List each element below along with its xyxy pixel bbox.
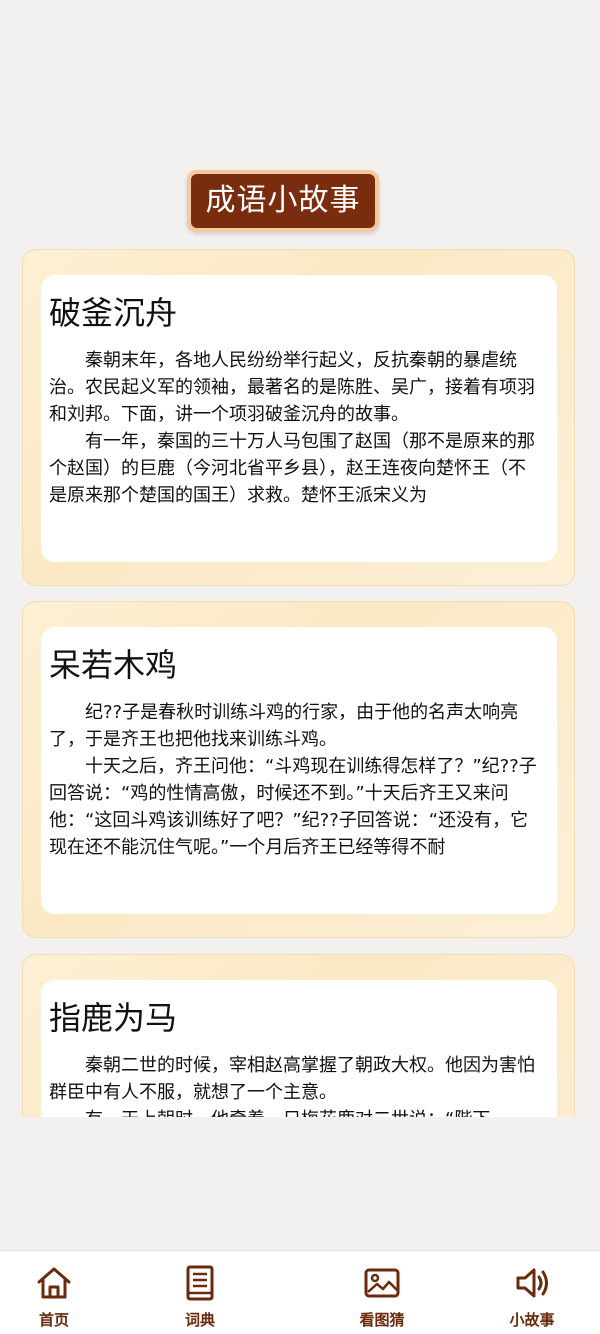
story-title: 指鹿为马	[49, 999, 178, 1037]
story-paragraph: 秦朝末年，各地人民纷纷举行起义，反抗秦朝的暴虐统治。农民起义军的领袖，最著名的是…	[49, 350, 535, 425]
nav-label-stories: 小故事	[509, 1311, 555, 1329]
story-card-content: 呆若木鸡 纪??子是春秋时训练斗鸡的行家，由于他的名声太响亮了，于是齐王也把他找…	[41, 627, 557, 914]
story-title: 呆若木鸡	[49, 646, 178, 684]
nav-label-home: 首页	[38, 1311, 69, 1329]
story-paragraph: 十天之后，齐王问他：“斗鸡现在训练得怎样了？”纪??子回答说：“鸡的性情高傲，时…	[49, 756, 537, 858]
story-title: 破釜沉舟	[49, 294, 178, 332]
nav-item-dictionary[interactable]: 词典	[155, 1263, 245, 1333]
story-paragraph: 有一天上朝时，他牵着一只梅花鹿对二世说：“陛下	[49, 1106, 543, 1117]
bottom-nav: 首页 词典 看图猜 小故事	[0, 1250, 600, 1334]
story-card[interactable]: 破釜沉舟 秦朝末年，各地人民纷纷举行起义，反抗秦朝的暴虐统治。农民起义军的领袖，…	[22, 249, 575, 586]
story-excerpt: 秦朝二世的时候，宰相赵高掌握了朝政大权。他因为害怕群臣中有人不服，就想了一个主意…	[49, 1052, 543, 1117]
nav-item-picture-guess[interactable]: 看图猜	[337, 1263, 427, 1333]
story-excerpt: 秦朝末年，各地人民纷纷举行起义，反抗秦朝的暴虐统治。农民起义军的领袖，最著名的是…	[49, 347, 543, 509]
story-excerpt: 纪??子是春秋时训练斗鸡的行家，由于他的名声太响亮了，于是齐王也把他找来训练斗鸡…	[49, 699, 543, 861]
story-paragraph: 纪??子是春秋时训练斗鸡的行家，由于他的名声太响亮了，于是齐王也把他找来训练斗鸡…	[49, 702, 519, 750]
story-card[interactable]: 指鹿为马 秦朝二世的时候，宰相赵高掌握了朝政大权。他因为害怕群臣中有人不服，就想…	[22, 954, 575, 1117]
page-title: 成语小故事	[205, 183, 361, 218]
story-list[interactable]: 破釜沉舟 秦朝末年，各地人民纷纷举行起义，反抗秦朝的暴虐统治。农民起义军的领袖，…	[0, 245, 600, 1117]
story-card-content: 破釜沉舟 秦朝末年，各地人民纷纷举行起义，反抗秦朝的暴虐统治。农民起义军的领袖，…	[41, 275, 557, 562]
page-title-badge: 成语小故事	[187, 170, 379, 232]
story-paragraph: 秦朝二世的时候，宰相赵高掌握了朝政大权。他因为害怕群臣中有人不服，就想了一个主意…	[49, 1055, 535, 1103]
nav-label-dictionary: 词典	[184, 1311, 215, 1329]
speaker-icon	[516, 1268, 548, 1298]
image-icon	[364, 1268, 400, 1298]
nav-item-home[interactable]: 首页	[9, 1263, 99, 1333]
book-icon	[186, 1265, 214, 1301]
story-card[interactable]: 呆若木鸡 纪??子是春秋时训练斗鸡的行家，由于他的名声太响亮了，于是齐王也把他找…	[22, 601, 575, 938]
nav-item-stories[interactable]: 小故事	[487, 1263, 577, 1333]
story-paragraph: 有一年，秦国的三十万人马包围了赵国（那不是原来的那个赵国）的巨鹿（今河北省平乡县…	[49, 431, 535, 506]
nav-label-picture-guess: 看图猜	[359, 1311, 405, 1329]
story-card-content: 指鹿为马 秦朝二世的时候，宰相赵高掌握了朝政大权。他因为害怕群臣中有人不服，就想…	[41, 980, 557, 1117]
home-icon	[37, 1267, 71, 1299]
